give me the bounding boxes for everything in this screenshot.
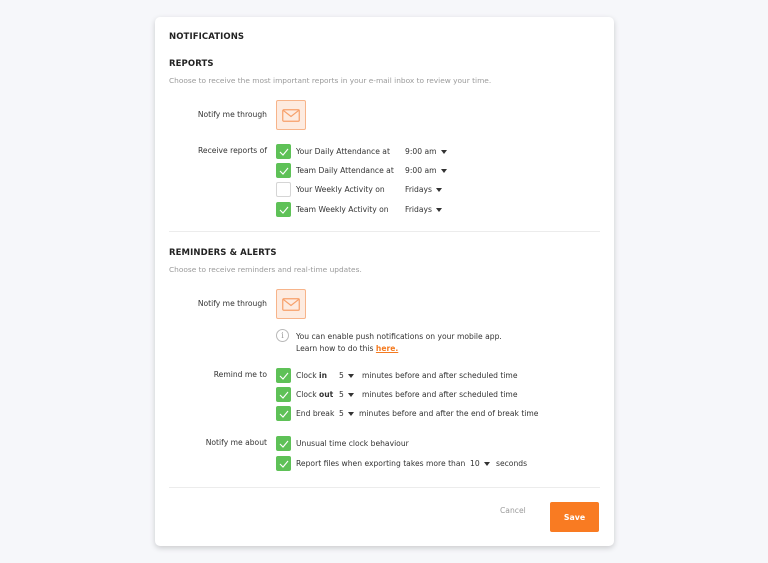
- footer-divider: [169, 487, 600, 488]
- caret-down-icon: [347, 373, 354, 378]
- about-checkbox[interactable]: [276, 456, 291, 471]
- remind-label-prefix: Clock: [296, 390, 320, 399]
- checkmark-icon: [279, 391, 288, 399]
- about-checkbox[interactable]: [276, 436, 291, 451]
- checkmark-icon: [279, 148, 288, 156]
- remind-label-prefix: Clock: [296, 371, 320, 380]
- remind-me-label: Remind me to: [213, 370, 267, 379]
- about-label: Unusual time clock behaviour: [296, 439, 409, 448]
- reports-heading: REPORTS: [169, 59, 214, 69]
- dropdown-value: 5: [339, 390, 344, 399]
- report-checkbox[interactable]: [276, 202, 291, 217]
- checkmark-icon: [279, 440, 288, 448]
- reminders-notify-label: Notify me through: [197, 299, 267, 308]
- push-info-line2: Learn how to do this here.: [296, 344, 398, 353]
- remind-minutes-dropdown[interactable]: 5: [339, 390, 354, 399]
- caret-down-icon: [347, 411, 354, 416]
- checkmark-icon: [279, 372, 288, 380]
- remind-label: Clock out: [296, 390, 333, 399]
- report-label: Team Weekly Activity on: [296, 205, 389, 214]
- remind-label: Clock in: [296, 371, 327, 380]
- dropdown-value: 5: [339, 371, 344, 380]
- reminders-email-channel-button[interactable]: [276, 289, 306, 319]
- checkmark-icon: [279, 167, 288, 175]
- report-label: Your Daily Attendance at: [296, 147, 390, 156]
- caret-down-icon: [435, 187, 442, 192]
- remind-label-prefix: End break: [296, 409, 335, 418]
- page-title: NOTIFICATIONS: [169, 32, 245, 42]
- report-label: Team Daily Attendance at: [296, 166, 394, 175]
- report-checkbox[interactable]: [276, 163, 291, 178]
- checkmark-icon: [279, 206, 288, 214]
- caret-down-icon: [440, 168, 447, 173]
- remind-checkbox[interactable]: [276, 368, 291, 383]
- dropdown-value: Fridays: [405, 185, 432, 194]
- export-seconds-dropdown[interactable]: 10: [470, 459, 490, 468]
- report-time-dropdown[interactable]: 9:00 am: [405, 147, 447, 156]
- section-divider: [169, 231, 600, 232]
- email-icon: [282, 297, 300, 311]
- receive-reports-label: Receive reports of: [197, 146, 267, 155]
- push-info-text: Learn how to do this: [296, 344, 376, 353]
- report-checkbox[interactable]: [276, 144, 291, 159]
- info-icon: i: [276, 329, 289, 342]
- dropdown-value: 9:00 am: [405, 147, 437, 156]
- remind-label: End break: [296, 409, 334, 418]
- report-day-dropdown[interactable]: Fridays: [405, 205, 442, 214]
- cancel-button[interactable]: Cancel: [500, 506, 526, 515]
- report-checkbox[interactable]: [276, 182, 291, 197]
- caret-down-icon: [483, 461, 490, 466]
- caret-down-icon: [435, 207, 442, 212]
- remind-minutes-dropdown[interactable]: 5: [339, 409, 354, 418]
- remind-label-bold: out: [319, 390, 334, 399]
- save-button[interactable]: Save: [550, 502, 599, 532]
- reports-notify-label: Notify me through: [197, 110, 267, 119]
- reminders-heading: REMINDERS & ALERTS: [169, 248, 277, 258]
- notify-about-label: Notify me about: [205, 438, 267, 447]
- checkmark-icon: [279, 410, 288, 418]
- dropdown-value: Fridays: [405, 205, 432, 214]
- email-icon: [282, 108, 300, 122]
- dropdown-value: 9:00 am: [405, 166, 437, 175]
- about-suffix: seconds: [496, 459, 528, 468]
- reports-email-channel-button[interactable]: [276, 100, 306, 130]
- caret-down-icon: [347, 392, 354, 397]
- reminders-description: Choose to receive reminders and real-tim…: [169, 265, 362, 274]
- checkmark-icon: [279, 460, 288, 468]
- notifications-card: NOTIFICATIONS REPORTS Choose to receive …: [155, 17, 614, 546]
- reports-description: Choose to receive the most important rep…: [169, 76, 492, 85]
- about-label: Report files when exporting takes more t…: [296, 459, 466, 468]
- report-label: Your Weekly Activity on: [296, 185, 385, 194]
- remind-suffix: minutes before and after scheduled time: [362, 390, 518, 399]
- remind-checkbox[interactable]: [276, 406, 291, 421]
- push-info-line1: You can enable push notifications on you…: [296, 332, 502, 341]
- remind-label-bold: in: [319, 371, 328, 380]
- dropdown-value: 5: [339, 409, 344, 418]
- report-day-dropdown[interactable]: Fridays: [405, 185, 442, 194]
- dropdown-value: 10: [470, 459, 480, 468]
- remind-suffix: minutes before and after the end of brea…: [359, 409, 539, 418]
- remind-minutes-dropdown[interactable]: 5: [339, 371, 354, 380]
- remind-checkbox[interactable]: [276, 387, 291, 402]
- caret-down-icon: [440, 149, 447, 154]
- report-time-dropdown[interactable]: 9:00 am: [405, 166, 447, 175]
- remind-suffix: minutes before and after scheduled time: [362, 371, 518, 380]
- push-info-link[interactable]: here.: [376, 344, 398, 353]
